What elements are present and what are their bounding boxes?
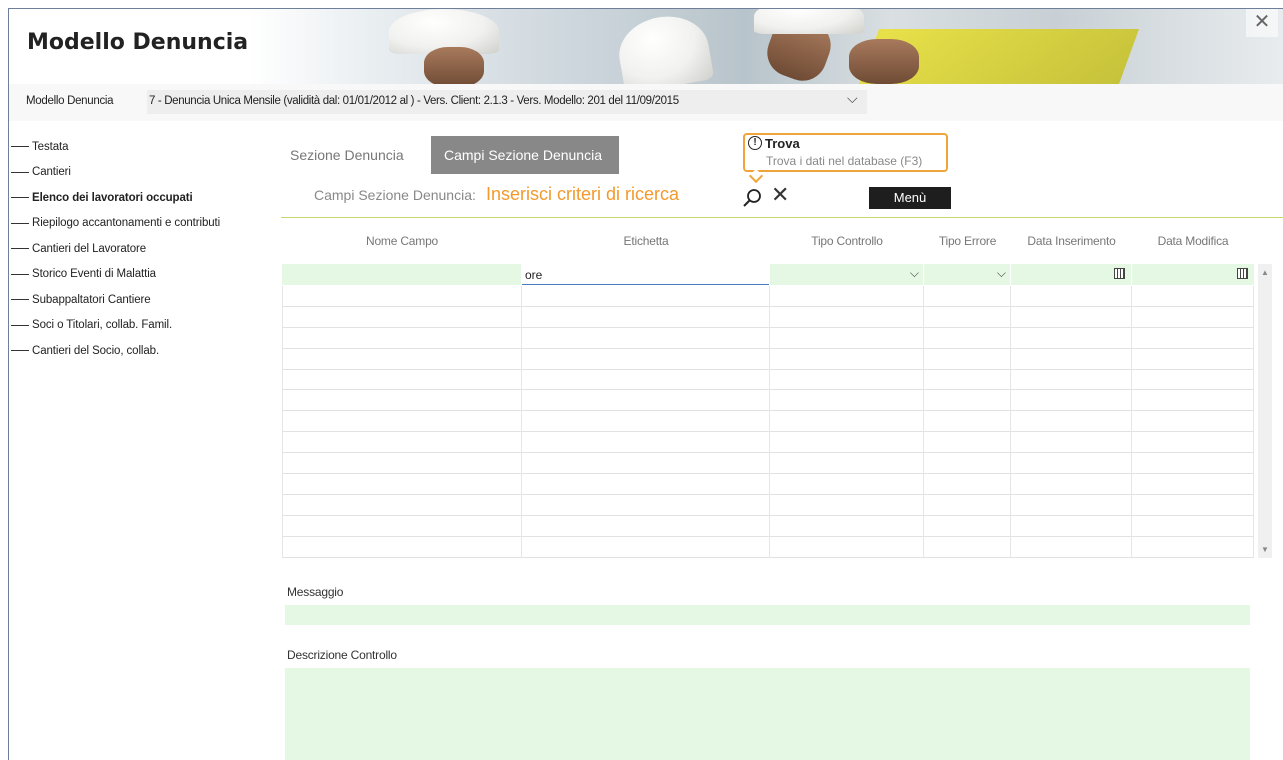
table-row[interactable] — [282, 474, 1254, 495]
column-header-tipo-controllo[interactable]: Tipo Controllo — [770, 234, 924, 248]
dash-icon — [11, 171, 29, 173]
calendar-icon[interactable] — [1114, 268, 1125, 279]
model-selector-row: Modello Denuncia 7 - Denuncia Unica Mens… — [9, 84, 1283, 121]
app-window: Modello Denuncia ✕ Modello Denuncia 7 - … — [8, 8, 1283, 760]
descrizione-controllo-field[interactable] — [285, 668, 1250, 760]
model-label: Modello Denuncia — [26, 95, 114, 107]
table-row[interactable] — [282, 432, 1254, 454]
sidebar-item-label: Cantieri del Socio, collab. — [32, 344, 160, 357]
dash-icon — [11, 248, 29, 250]
column-divider — [1010, 286, 1011, 558]
sidebar-item-soci-titolari[interactable]: Soci o Titolari, collab. Famil. — [9, 313, 264, 339]
model-select[interactable]: 7 - Denuncia Unica Mensile (validità dal… — [147, 90, 867, 114]
table-row[interactable] — [282, 495, 1254, 516]
sidebar-item-cantieri-lavoratore[interactable]: Cantieri del Lavoratore — [9, 236, 264, 262]
sidebar-item-testata[interactable]: Testata — [9, 134, 264, 160]
sidebar-item-cantieri[interactable]: Cantieri — [9, 160, 264, 186]
sidebar-item-elenco-lavoratori[interactable]: Elenco dei lavoratori occupati — [9, 185, 264, 211]
column-header-data-modifica[interactable]: Data Modifica — [1132, 234, 1254, 248]
table-row[interactable] — [282, 411, 1254, 433]
column-divider — [1253, 286, 1254, 558]
tooltip-pointer — [748, 168, 764, 184]
grid-body — [282, 286, 1254, 558]
sidebar-item-subappaltatori[interactable]: Subappaltatori Cantiere — [9, 287, 264, 313]
filter-value: ore — [525, 268, 543, 282]
column-divider — [923, 286, 924, 558]
calendar-icon[interactable] — [1237, 268, 1248, 279]
column-header-data-inserimento[interactable]: Data Inserimento — [1011, 234, 1132, 248]
table-row[interactable] — [282, 390, 1254, 412]
sidebar-item-label: Elenco dei lavoratori occupati — [32, 191, 193, 204]
close-icon[interactable]: ✕ — [1246, 9, 1278, 37]
column-header-nome-campo[interactable]: Nome Campo — [282, 234, 522, 248]
chevron-down-icon[interactable]: ⌵ — [997, 266, 1006, 281]
sidebar-item-label: Subappaltatori Cantiere — [32, 293, 151, 306]
dash-icon — [11, 222, 29, 224]
sidebar-item-label: Storico Eventi di Malattia — [32, 268, 156, 281]
table-row[interactable] — [282, 370, 1254, 391]
sidebar-item-label: Soci o Titolari, collab. Famil. — [32, 319, 173, 332]
tooltip-title: Trova — [765, 136, 800, 151]
table-row[interactable] — [282, 286, 1254, 307]
filter-nome-campo[interactable] — [282, 264, 521, 285]
dash-icon — [11, 197, 29, 199]
sidebar-item-riepilogo[interactable]: Riepilogo accantonamenti e contributi — [9, 211, 264, 237]
find-tooltip: ! Trova Trova i dati nel database (F3) — [743, 133, 948, 184]
divider — [281, 217, 1283, 218]
sidebar-item-label: Cantieri — [32, 166, 71, 179]
table-row[interactable] — [282, 453, 1254, 475]
table-row[interactable] — [282, 328, 1254, 349]
sidebar-item-label: Testata — [32, 140, 69, 153]
table-row[interactable] — [282, 307, 1254, 328]
header-banner: Modello Denuncia ✕ — [9, 9, 1283, 84]
table-row[interactable] — [282, 516, 1254, 537]
column-divider — [521, 286, 522, 558]
page-title: Modello Denuncia — [27, 30, 249, 55]
filter-etichetta[interactable]: ore — [522, 264, 769, 285]
menu-button[interactable]: Menù — [869, 187, 951, 209]
column-header-tipo-errore[interactable]: Tipo Errore — [924, 234, 1011, 248]
clear-icon[interactable]: ✕ — [771, 183, 793, 207]
sidebar-item-label: Riepilogo accantonamenti e contributi — [32, 217, 221, 230]
dash-icon — [11, 273, 29, 275]
table-row[interactable] — [282, 537, 1254, 558]
search-icon[interactable] — [742, 187, 764, 209]
filter-row: ore ⌵ ⌵ — [282, 264, 1254, 286]
filter-data-modifica[interactable] — [1132, 264, 1254, 285]
banner-image — [249, 9, 1283, 84]
sidebar-item-cantieri-socio[interactable]: Cantieri del Socio, collab. — [9, 338, 264, 364]
column-header-etichetta[interactable]: Etichetta — [522, 234, 770, 248]
table-row[interactable] — [282, 349, 1254, 370]
column-divider — [769, 286, 770, 558]
descrizione-label: Descrizione Controllo — [287, 648, 397, 662]
sidebar-item-label: Cantieri del Lavoratore — [32, 242, 147, 255]
scroll-down-icon[interactable]: ▼ — [1261, 545, 1269, 554]
dash-icon — [11, 324, 29, 326]
filter-data-inserimento[interactable] — [1011, 264, 1131, 285]
messaggio-label: Messaggio — [287, 585, 344, 599]
column-divider — [282, 286, 283, 558]
tab-campi-sezione-denuncia[interactable]: Campi Sezione Denuncia — [431, 136, 619, 174]
chevron-down-icon[interactable]: ⌵ — [910, 266, 919, 281]
model-select-value: 7 - Denuncia Unica Mensile (validità dal… — [149, 95, 679, 107]
filter-tipo-errore[interactable]: ⌵ — [924, 264, 1010, 285]
sidebar-nav: Testata Cantieri Elenco dei lavoratori o… — [9, 134, 264, 364]
dash-icon — [11, 146, 29, 148]
tooltip-text: Trova i dati nel database (F3) — [766, 154, 923, 168]
grid-scrollbar[interactable]: ▲ ▼ — [1258, 264, 1272, 558]
results-grid: ore ⌵ ⌵ — [282, 264, 1254, 558]
info-icon: ! — [748, 136, 762, 150]
column-divider — [1131, 286, 1132, 558]
dash-icon — [11, 350, 29, 352]
messaggio-field[interactable] — [285, 605, 1250, 625]
sidebar-item-storico-malattia[interactable]: Storico Eventi di Malattia — [9, 262, 264, 288]
chevron-down-icon[interactable]: ⌵ — [847, 90, 858, 107]
criteria-label: Campi Sezione Denuncia: — [314, 187, 476, 203]
scroll-up-icon[interactable]: ▲ — [1261, 268, 1269, 277]
dash-icon — [11, 299, 29, 301]
criteria-hint: Inserisci criteri di ricerca — [486, 184, 680, 204]
filter-tipo-controllo[interactable]: ⌵ — [770, 264, 923, 285]
tab-sezione-denuncia[interactable]: Sezione Denuncia — [277, 136, 423, 174]
